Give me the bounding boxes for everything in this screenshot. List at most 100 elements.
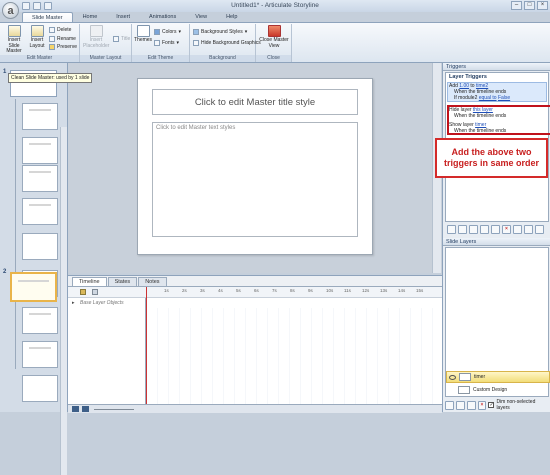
eye-icon[interactable] — [449, 374, 456, 380]
paste-trigger-icon[interactable] — [480, 225, 489, 234]
tick-label: 8s — [290, 288, 295, 293]
expand-arrow-icon[interactable]: ▸ — [72, 300, 75, 306]
master-thumbnails-panel: 1 2 — [0, 63, 68, 475]
condition-value-link[interactable]: False — [498, 95, 510, 101]
layout-title-line — [29, 171, 51, 173]
timeline-grid[interactable] — [146, 308, 442, 405]
variables-icon[interactable] — [535, 225, 544, 234]
playhead[interactable] — [146, 287, 147, 405]
preserve-label: Preserve — [57, 44, 78, 50]
tab-timeline[interactable]: Timeline — [72, 277, 107, 286]
zoom-slider[interactable] — [94, 409, 134, 410]
colors-dropdown[interactable]: Colors ▾ — [154, 29, 181, 35]
dim-layers-label: Dim non-selected layers — [496, 399, 536, 411]
ribbon: Insert Slide Master Insert Layout Delete… — [0, 22, 550, 63]
layout-thumbnail[interactable] — [22, 165, 58, 192]
selected-layout-thumbnail[interactable] — [10, 272, 57, 302]
hide-background-graphics-checkbox[interactable]: Hide Background Graphics — [193, 40, 261, 46]
base-layer-label: Base Layer Objects — [80, 300, 124, 306]
insert-layout-label: Insert Layout — [29, 37, 45, 49]
timeline-ruler[interactable]: 1s 2s 3s 4s 5s 6s 7s 8s 9s 10s 11s 12s 1… — [146, 287, 442, 298]
move-down-icon[interactable] — [524, 225, 533, 234]
duplicate-layer-icon[interactable] — [455, 400, 465, 410]
tab-slide-master[interactable]: Slide Master — [22, 12, 73, 22]
layout-thumbnail[interactable] — [22, 137, 58, 164]
new-layer-icon[interactable] — [445, 400, 454, 410]
tick-label: 3s — [200, 288, 205, 293]
trigger-1-condition[interactable]: If module2 equal to False — [454, 95, 510, 101]
group-label-edit-theme: Edit Theme — [132, 55, 189, 62]
insert-placeholder-button[interactable]: Insert Placeholder — [83, 25, 109, 49]
layout-thumbnail[interactable] — [22, 307, 58, 334]
move-trigger-icon[interactable] — [491, 225, 500, 234]
close-master-view-label: Close Master View — [259, 37, 289, 49]
layout-title-line — [29, 204, 51, 206]
tab-view[interactable]: View — [186, 12, 216, 22]
insert-layout-button[interactable]: Insert Layout — [28, 25, 46, 49]
preserve-button[interactable]: Preserve — [49, 44, 77, 50]
edit-trigger-icon[interactable] — [458, 225, 467, 234]
text-placeholder[interactable]: Click to edit Master text styles — [152, 122, 358, 237]
stop-icon[interactable] — [82, 406, 89, 412]
slide-layers-list: timer Custom Design — [445, 247, 550, 397]
tab-help[interactable]: Help — [217, 12, 246, 22]
group-label-close: Close — [256, 55, 291, 62]
delete-layer-icon[interactable]: × — [477, 400, 487, 410]
condition-variable: module2 — [458, 95, 478, 101]
tab-notes[interactable]: Notes — [138, 277, 167, 286]
dim-layers-checkbox[interactable]: ✓ — [488, 402, 495, 408]
fonts-dropdown[interactable]: Fonts ▾ — [154, 40, 179, 46]
delete-trigger-icon[interactable]: × — [502, 225, 511, 234]
close-window-button[interactable]: × — [537, 1, 548, 10]
layer-row-timer[interactable]: timer — [446, 371, 550, 383]
layer-row-custom-design[interactable]: Custom Design — [446, 384, 550, 396]
themes-button[interactable]: Themes — [134, 25, 152, 44]
layer-name: timer — [474, 374, 486, 380]
base-layer-row[interactable]: ▸ Base Layer Objects — [68, 299, 442, 308]
maximize-button[interactable]: □ — [524, 1, 535, 10]
layout-icon — [30, 25, 44, 37]
tab-insert[interactable]: Insert — [107, 12, 139, 22]
master-tooltip: Clean Slide Master: used by 1 slide — [8, 73, 93, 83]
layout-thumbnail[interactable] — [22, 103, 58, 130]
hide-background-graphics-label: Hide Background Graphics — [201, 40, 261, 46]
slide-canvas[interactable]: Click to edit Master title style Click t… — [137, 78, 373, 255]
fonts-icon — [154, 40, 160, 46]
minimize-button[interactable]: – — [511, 1, 522, 10]
themes-icon — [136, 25, 150, 37]
app-logo-icon[interactable]: a — [2, 2, 19, 19]
insert-slide-master-button[interactable]: Insert Slide Master — [2, 25, 26, 55]
layout-thumbnail[interactable] — [22, 198, 58, 225]
title-placeholder[interactable]: Click to edit Master title style — [152, 89, 358, 115]
group-label-master-layout: Master Layout — [80, 55, 131, 62]
background-styles-dropdown[interactable]: Background Styles ▾ — [193, 29, 247, 35]
layer-properties-icon[interactable] — [466, 400, 476, 410]
layer-triggers-title: Layer Triggers — [449, 74, 487, 80]
timeline-toolbar — [68, 287, 146, 298]
thumbnails-scrollbar[interactable] — [60, 127, 67, 475]
tab-home[interactable]: Home — [74, 12, 107, 22]
eye-icon[interactable] — [92, 289, 98, 295]
placeholder-icon — [89, 25, 103, 37]
copy-trigger-icon[interactable] — [469, 225, 478, 234]
title-checkbox[interactable]: Title — [113, 36, 130, 42]
close-master-view-button[interactable]: Close Master View — [259, 25, 289, 49]
layout-number: 2 — [3, 269, 7, 275]
delete-button[interactable]: Delete — [49, 27, 71, 33]
tick-label: 14s — [398, 288, 406, 293]
layout-thumbnail[interactable] — [22, 375, 58, 402]
layout-thumbnail[interactable] — [22, 233, 58, 260]
new-trigger-icon[interactable] — [447, 225, 456, 234]
move-up-icon[interactable] — [513, 225, 522, 234]
tab-animations[interactable]: Animations — [140, 12, 185, 22]
rename-button[interactable]: Rename — [49, 36, 76, 42]
chevron-down-icon: ▾ — [178, 29, 181, 35]
preserve-icon — [49, 44, 55, 50]
close-icon — [267, 25, 281, 37]
play-icon[interactable] — [72, 406, 79, 412]
lock-icon[interactable] — [80, 289, 86, 295]
tab-states[interactable]: States — [107, 277, 138, 286]
condition-operator-link[interactable]: equal to — [479, 95, 497, 101]
layout-thumbnail[interactable] — [22, 341, 58, 368]
group-background: Background Styles ▾ Hide Background Graph… — [190, 24, 261, 62]
